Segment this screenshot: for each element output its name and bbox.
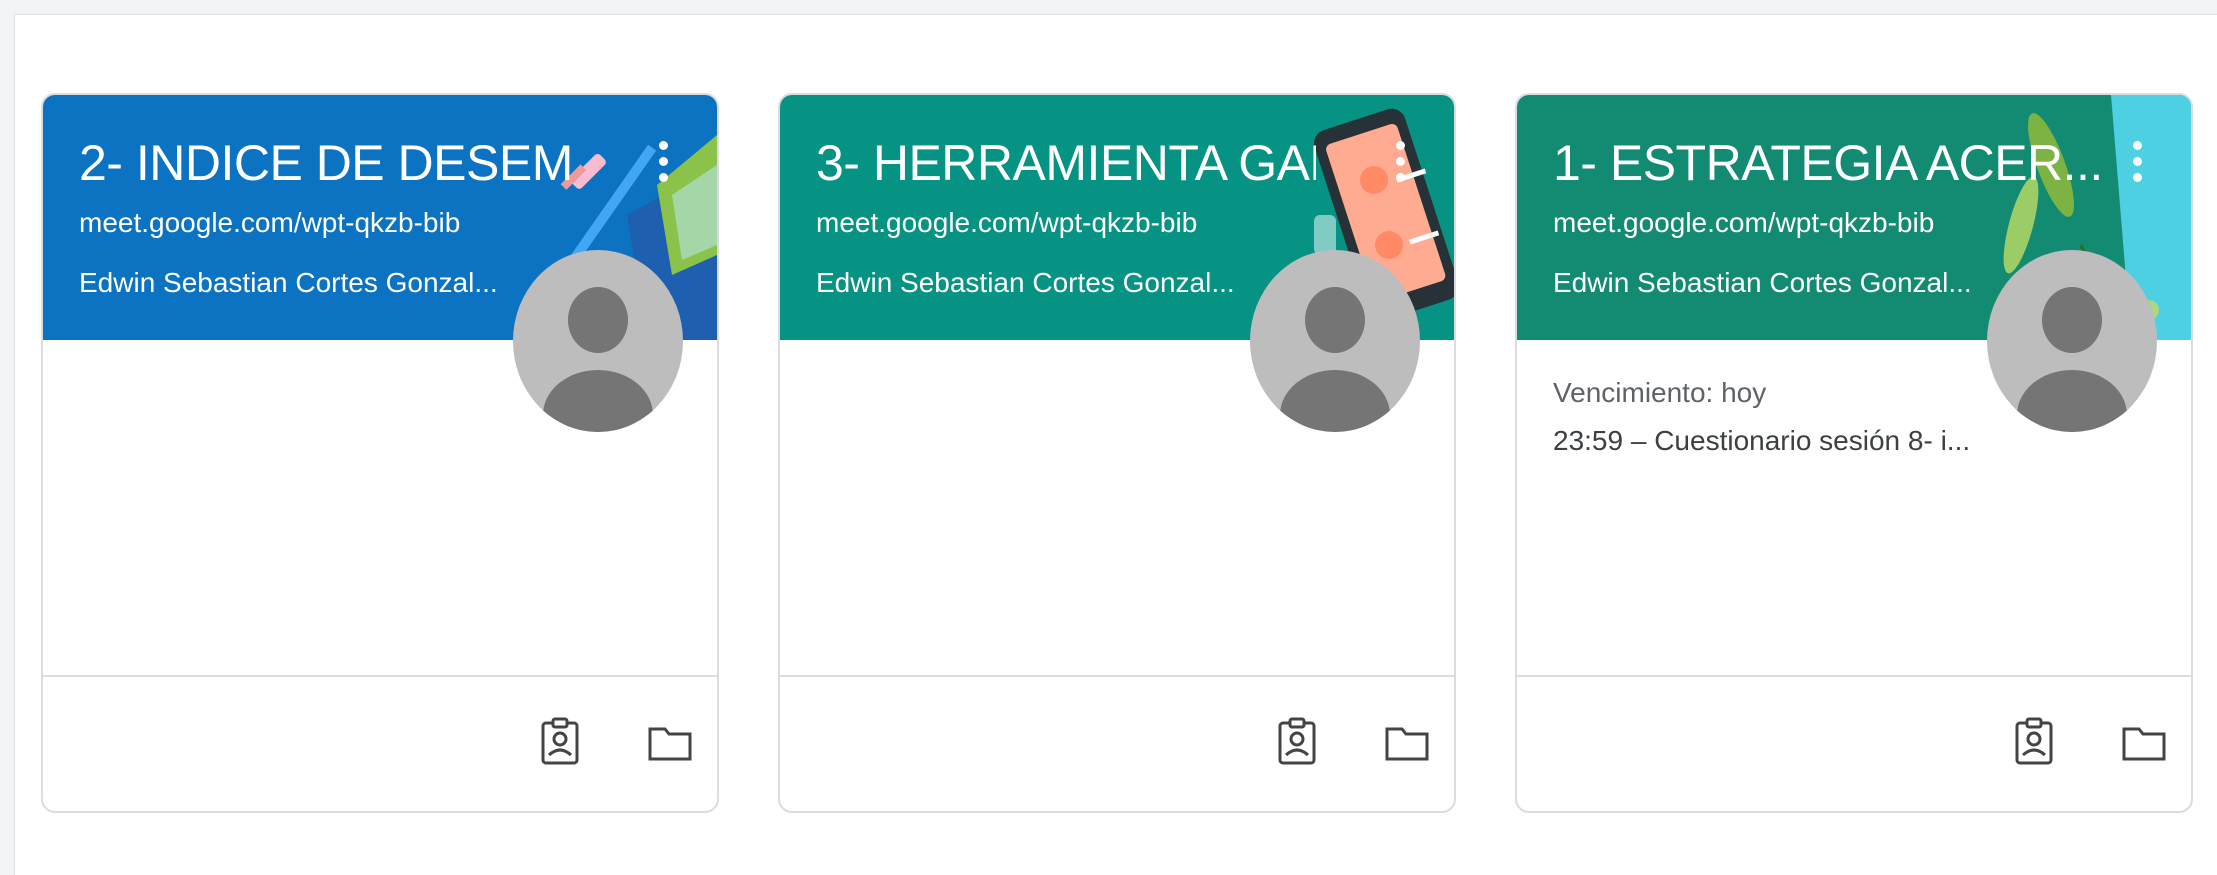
class-title[interactable]: 1- ESTRATEGIA ACER... [1553, 133, 2113, 193]
portfolio-icon[interactable] [1272, 717, 1322, 767]
class-teacher[interactable]: Edwin Sebastian Cortes Gonzal... [1553, 267, 1983, 299]
class-section[interactable]: meet.google.com/wpt-qkzb-bib [79, 207, 460, 239]
folder-icon[interactable] [645, 717, 695, 767]
more-options-icon[interactable] [655, 141, 671, 191]
folder-icon[interactable] [1382, 717, 1432, 767]
class-teacher[interactable]: Edwin Sebastian Cortes Gonzal... [79, 267, 509, 299]
due-item-link[interactable]: 23:59 – Cuestionario sesión 8- i... [1553, 425, 1983, 457]
teacher-avatar-icon [513, 250, 683, 432]
card-footer [43, 675, 717, 811]
card-footer [1517, 675, 2191, 811]
card-footer [780, 675, 1454, 811]
portfolio-icon[interactable] [535, 717, 585, 767]
folder-icon[interactable] [2119, 717, 2169, 767]
class-section[interactable]: meet.google.com/wpt-qkzb-bib [1553, 207, 1934, 239]
more-options-icon[interactable] [1392, 141, 1408, 191]
class-card[interactable]: 3- HERRAMIENTA GAE meet.google.com/wpt-q… [778, 93, 1456, 813]
teacher-avatar-icon [1250, 250, 1420, 432]
due-label: Vencimiento: hoy [1553, 377, 1767, 408]
class-teacher[interactable]: Edwin Sebastian Cortes Gonzal... [816, 267, 1246, 299]
class-title[interactable]: 2- INDICE DE DESEM [79, 133, 579, 193]
class-card[interactable]: 1- ESTRATEGIA ACER... meet.google.com/wp… [1515, 93, 2193, 813]
class-card[interactable]: 2- INDICE DE DESEM meet.google.com/wpt-q… [41, 93, 719, 813]
more-options-icon[interactable] [2129, 141, 2145, 191]
teacher-avatar-icon [1987, 250, 2157, 432]
portfolio-icon[interactable] [2009, 717, 2059, 767]
class-section[interactable]: meet.google.com/wpt-qkzb-bib [816, 207, 1197, 239]
class-cards-grid: 2- INDICE DE DESEM meet.google.com/wpt-q… [14, 14, 2217, 875]
class-title[interactable]: 3- HERRAMIENTA GAE [816, 133, 1316, 193]
